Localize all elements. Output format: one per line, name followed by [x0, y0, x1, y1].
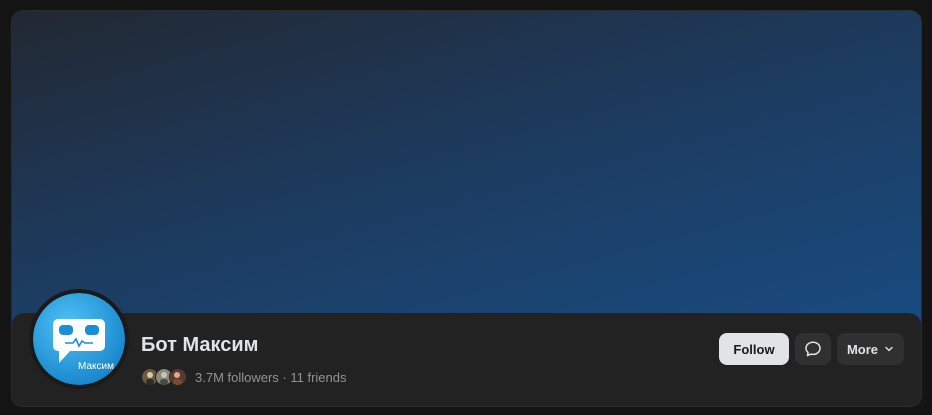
profile-card: Максим Бот Максим 3.7M followers · 11 fr…: [11, 10, 922, 407]
profile-cover: [12, 11, 921, 321]
avatar-image: Максим: [33, 293, 125, 385]
chevron-down-icon: [884, 344, 894, 354]
followers-count[interactable]: 3.7M followers: [195, 370, 279, 385]
profile-avatar[interactable]: Максим: [29, 289, 129, 389]
friend-avatar: [169, 368, 187, 386]
message-bubble-icon: [805, 341, 821, 357]
friends-avatars[interactable]: [141, 368, 187, 386]
more-label: More: [846, 341, 879, 357]
message-button[interactable]: [795, 333, 831, 365]
stats-separator: ·: [278, 369, 291, 385]
profile-stats: 3.7M followers · 11 friends: [141, 368, 347, 386]
profile-name: Бот Максим: [141, 334, 259, 356]
avatar-caption: Максим: [78, 361, 114, 372]
friends-count[interactable]: 11 friends: [290, 370, 346, 385]
follow-button[interactable]: Follow: [719, 333, 789, 365]
bot-logo-icon: Максим: [33, 293, 125, 385]
more-button[interactable]: More: [837, 333, 904, 365]
